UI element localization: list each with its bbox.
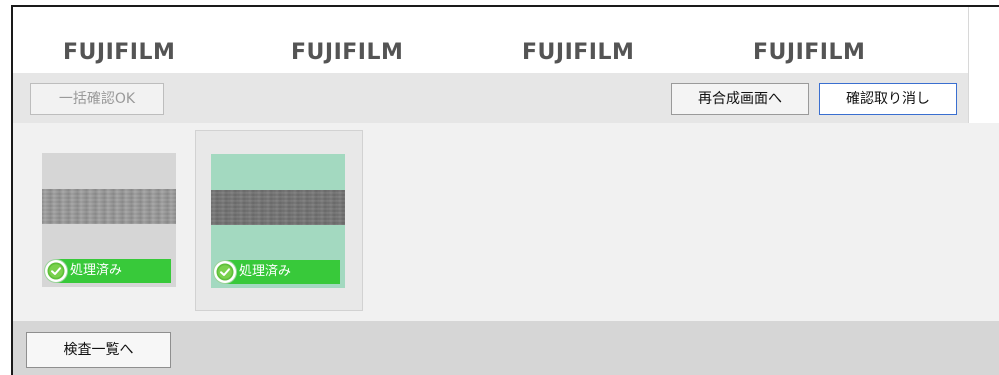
fujifilm-logo: FUJIFILM — [63, 40, 176, 65]
logo-bar: FUJIFILM FUJIFILM FUJIFILM FUJIFILM — [13, 7, 968, 73]
recompose-screen-button[interactable]: 再合成画面へ — [671, 83, 809, 115]
fujifilm-logo: FUJIFILM — [753, 40, 866, 65]
status-indicator: 処理済み — [214, 260, 340, 284]
thumbnail-card[interactable]: 処理済み — [30, 130, 198, 311]
thumbnail-image[interactable]: 処理済み — [211, 154, 345, 288]
thumbnail-card-selected[interactable]: 処理済み — [195, 130, 363, 311]
cancel-confirmation-button[interactable]: 確認取り消し — [819, 83, 957, 115]
app-frame: FUJIFILM FUJIFILM FUJIFILM FUJIFILM 一括確認… — [11, 5, 999, 375]
thumbnail-area: 処理済み 処理済み — [13, 123, 999, 321]
check-circle-icon — [214, 261, 236, 283]
check-circle-icon — [45, 260, 67, 282]
inspection-strip-image — [211, 190, 345, 225]
fujifilm-logo: FUJIFILM — [291, 40, 404, 65]
status-badge: 処理済み — [225, 260, 340, 284]
thumbnail-image[interactable]: 処理済み — [42, 153, 176, 287]
fujifilm-logo: FUJIFILM — [522, 40, 635, 65]
status-badge: 処理済み — [56, 259, 171, 283]
panel-divider — [968, 7, 969, 123]
inspection-list-button[interactable]: 検査一覧へ — [26, 332, 171, 368]
toolbar: 一括確認OK 再合成画面へ 確認取り消し — [13, 73, 968, 123]
footer-bar: 検査一覧へ — [13, 321, 999, 375]
status-indicator: 処理済み — [45, 259, 171, 283]
inspection-strip-image — [42, 189, 176, 224]
bulk-confirm-ok-button[interactable]: 一括確認OK — [30, 83, 164, 115]
